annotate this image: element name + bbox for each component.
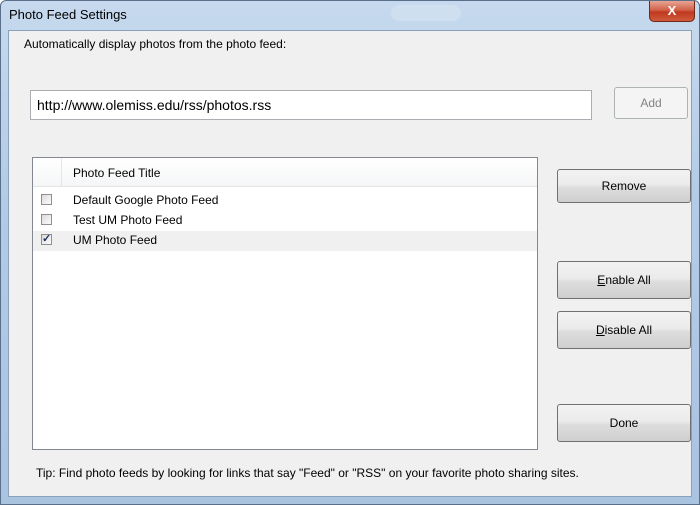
window-title: Photo Feed Settings: [9, 7, 127, 22]
feed-title: UM Photo Feed: [73, 233, 158, 247]
list-item[interactable]: Test UM Photo Feed: [33, 211, 537, 231]
photo-feed-title-column-header[interactable]: Photo Feed Title: [73, 166, 160, 180]
enable-checkbox[interactable]: [41, 214, 52, 225]
background-window-title: [391, 5, 461, 21]
list-header: Photo Feed Title: [33, 158, 537, 187]
list-item[interactable]: UM Photo Feed: [33, 231, 537, 251]
feed-title: Test UM Photo Feed: [73, 213, 183, 227]
checkbox-column-header[interactable]: [33, 158, 62, 186]
close-button[interactable]: X: [649, 1, 695, 22]
feed-title: Default Google Photo Feed: [73, 193, 219, 207]
disable-all-button[interactable]: Disable All: [557, 311, 691, 349]
tip-text: Tip: Find photo feeds by looking for lin…: [36, 466, 579, 480]
add-button[interactable]: Add: [614, 87, 688, 119]
feed-url-input[interactable]: http://www.olemiss.edu/rss/photos.rss: [30, 90, 592, 120]
photo-feed-list[interactable]: Photo Feed Title Default Google Photo Fe…: [32, 157, 538, 450]
remove-button[interactable]: Remove: [557, 169, 691, 203]
instruction-label: Automatically display photos from the ph…: [24, 37, 287, 51]
enable-checkbox[interactable]: [41, 232, 52, 245]
done-button[interactable]: Done: [557, 404, 691, 442]
list-item[interactable]: Default Google Photo Feed: [33, 191, 537, 211]
title-bar[interactable]: Photo Feed Settings X: [1, 1, 699, 29]
enable-all-button[interactable]: Enable All: [557, 261, 691, 299]
enable-checkbox[interactable]: [41, 194, 52, 205]
